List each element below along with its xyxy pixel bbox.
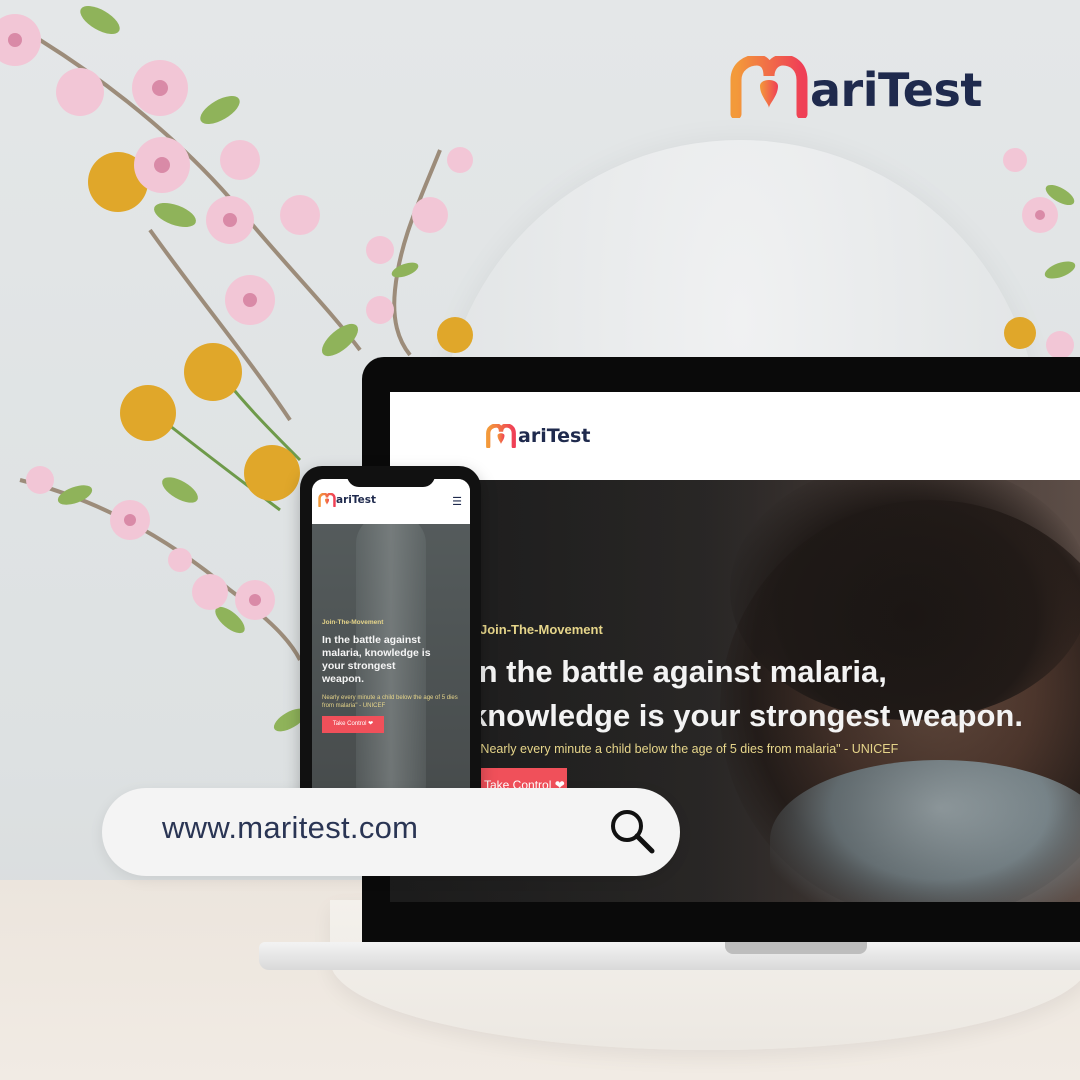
laptop-site-logo[interactable]: ariTest [485, 424, 590, 448]
phone-hero: Join-The-Movement In the battle against … [312, 524, 470, 804]
url-text: www.maritest.com [162, 810, 419, 845]
maritest-m-icon [730, 56, 808, 118]
phone-hero-tagline: Join-The-Movement [322, 619, 384, 626]
phone-hero-quote: Nearly every minute a child below the ag… [322, 695, 458, 709]
promo-scene: ariTest ariTest Join-The-Movement In the… [0, 0, 1080, 1080]
search-icon[interactable] [607, 806, 659, 858]
laptop-hinge [725, 942, 867, 954]
brand-logo: ariTest [730, 55, 982, 119]
brand-name: ariTest [810, 63, 982, 117]
maritest-m-icon [486, 424, 516, 448]
laptop-base [259, 942, 1080, 970]
hero-heading: In the battle against malaria, knowledge… [470, 650, 1080, 738]
maritest-m-icon [318, 493, 336, 507]
hero-quote: "Nearly every minute a child below the a… [476, 742, 899, 756]
phone-site-logo[interactable]: ariTest [318, 493, 376, 507]
hamburger-icon[interactable]: ☰ [452, 495, 462, 508]
phone-notch [347, 467, 435, 487]
phone-take-control-button[interactable]: Take Control ❤ [322, 716, 384, 733]
hero-heading-line2: knowledge is your strongest weapon. [470, 698, 1023, 733]
url-search-bar[interactable]: www.maritest.com [102, 788, 680, 876]
phone-logo-text: ariTest [336, 494, 377, 506]
laptop-site-header: ariTest [390, 392, 1080, 480]
laptop-logo-text: ariTest [518, 425, 591, 447]
phone-hero-heading: In the battle against malaria, knowledge… [322, 634, 431, 685]
phone-screen: ariTest ☰ Join-The-Movement In the battl… [312, 479, 470, 804]
hero-heading-line1: In the battle against malaria, [470, 654, 887, 689]
hero-tagline: Join-The-Movement [480, 622, 603, 637]
